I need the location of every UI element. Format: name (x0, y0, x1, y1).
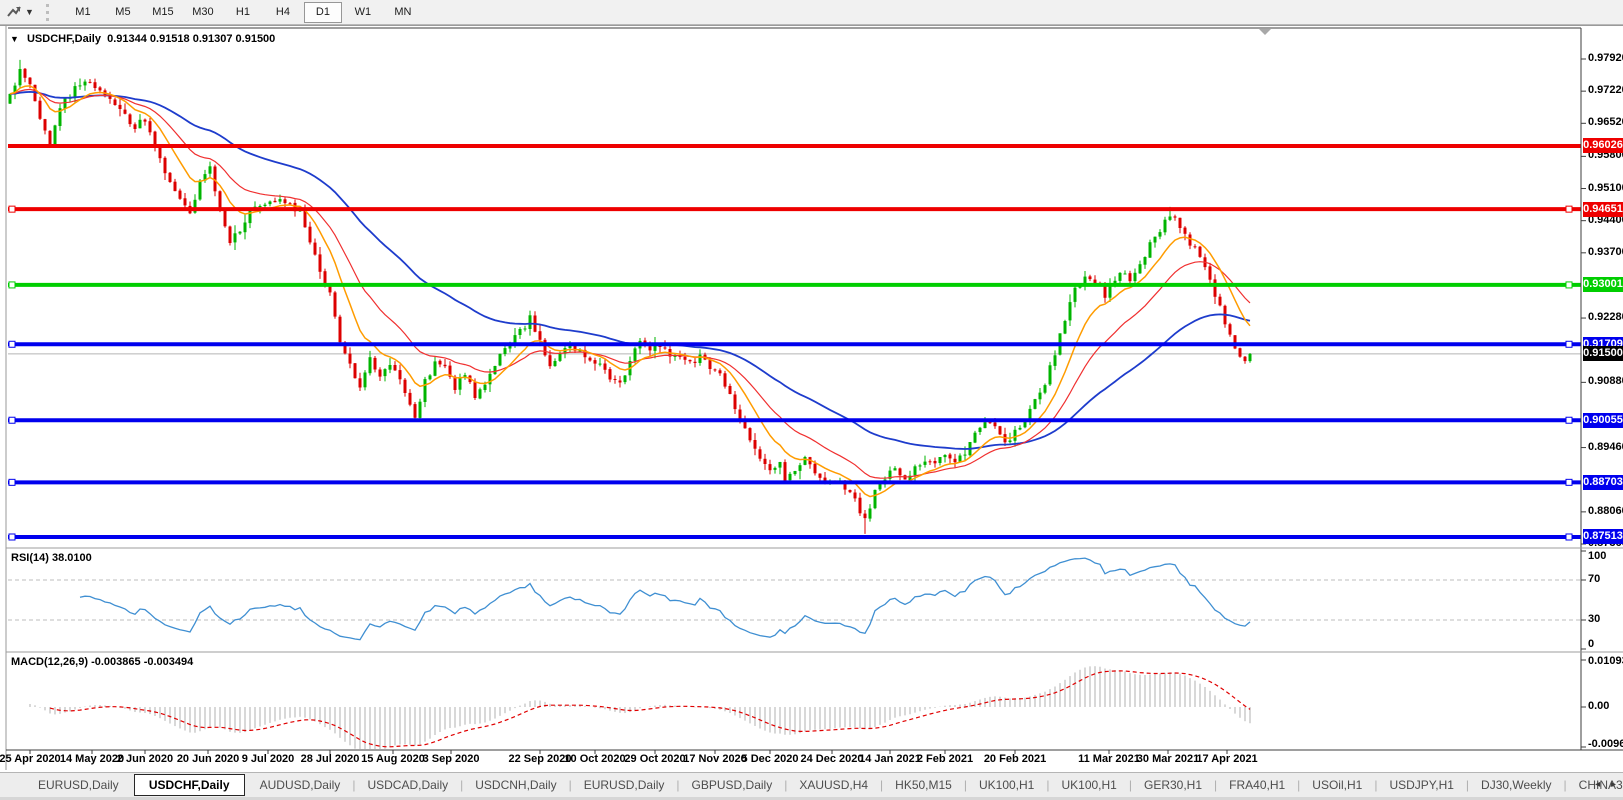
current-price-badge: 0.91500 (1583, 346, 1623, 361)
chart-tab-usdcad-daily[interactable]: USDCAD,Daily (355, 775, 460, 795)
rsi-axis-tick: 70 (1588, 573, 1600, 585)
date-axis-label: 9 Jul 2020 (242, 753, 295, 765)
chart-tab-uk100-h1[interactable]: UK100,H1 (1049, 775, 1128, 795)
date-axis-label: 2 Jun 2020 (117, 753, 173, 765)
date-axis-label: 20 Jun 2020 (177, 753, 239, 765)
rsi-series (8, 558, 1581, 640)
chart-shift-marker (1259, 29, 1271, 35)
macd-axis-tick: -0.009653 (1588, 738, 1623, 750)
mt4-application: ▼ M1M5M15M30H1H4D1W1MN ▼ USDCHF,Daily 0.… (0, 0, 1623, 800)
price-axis-tick: 0.97220 (1588, 84, 1623, 96)
chart-canvas[interactable] (0, 0, 1623, 800)
price-axis-tick: 0.88060 (1588, 505, 1623, 517)
date-axis-label: 3 Sep 2020 (423, 753, 480, 765)
chart-tab-fra40-h1[interactable]: FRA40,H1 (1217, 775, 1297, 795)
candlestick-series (9, 60, 1252, 534)
chart-tab-usdchf-daily[interactable]: USDCHF,Daily (134, 774, 245, 796)
date-axis-label: 10 Oct 2020 (564, 753, 625, 765)
price-level-badge: 0.94651 (1583, 202, 1623, 217)
date-axis-label: 30 Mar 2021 (1137, 753, 1199, 765)
price-axis-tick: 0.95100 (1588, 182, 1623, 194)
chart-tab-eurusd-daily[interactable]: EURUSD,Daily (572, 775, 677, 795)
chart-tab-usdjpy-h1[interactable]: USDJPY,H1 (1377, 775, 1465, 795)
price-axis-tick: 0.90880 (1588, 375, 1623, 387)
price-level-badge: 0.88703 (1583, 475, 1623, 490)
chart-tab-dj30-weekly[interactable]: DJ30,Weekly (1469, 775, 1563, 795)
price-axis-tick: 0.92280 (1588, 311, 1623, 323)
date-axis-label: 22 Sep 2020 (509, 753, 572, 765)
price-level-badge: 0.87513 (1583, 529, 1623, 544)
chart-tab-hk50-m15[interactable]: HK50,M15 (883, 775, 964, 795)
date-axis-label: 25 Apr 2020 (0, 753, 61, 765)
date-axis-label: 11 Mar 2021 (1078, 753, 1140, 765)
macd-axis-tick: 0.00 (1588, 700, 1609, 712)
chart-tab-bar: EURUSD,Daily|USDCHF,Daily|AUDUSD,Daily|U… (0, 772, 1623, 797)
price-axis-tick: 0.96520 (1588, 116, 1623, 128)
date-axis-label: 14 Jan 2021 (859, 753, 921, 765)
chart-tab-usdcnh-daily[interactable]: USDCNH,Daily (463, 775, 568, 795)
rsi-axis-tick: 0 (1588, 638, 1594, 650)
price-axis-tick: 0.89460 (1588, 441, 1623, 453)
date-axis-label: 20 Feb 2021 (984, 753, 1046, 765)
chart-tab-uk100-h1[interactable]: UK100,H1 (967, 775, 1046, 795)
tab-scroll-arrows[interactable]: ◂ ▸ (1595, 779, 1620, 790)
rsi-axis-tick: 100 (1588, 550, 1606, 562)
chart-tab-gbpusd-daily[interactable]: GBPUSD,Daily (680, 775, 785, 795)
chart-tab-ger30-h1[interactable]: GER30,H1 (1132, 775, 1214, 795)
price-axis-tick: 0.97920 (1588, 52, 1623, 64)
price-level-badge: 0.96026 (1583, 138, 1623, 153)
date-axis-label: 17 Apr 2021 (1196, 753, 1257, 765)
macd-axis-tick: 0.010933 (1588, 655, 1623, 667)
price-level-badge: 0.90055 (1583, 413, 1623, 428)
chart-tab-eurusd-daily[interactable]: EURUSD,Daily (26, 775, 131, 795)
date-axis-label: 15 Aug 2020 (361, 753, 425, 765)
chart-tab-audusd-daily[interactable]: AUDUSD,Daily (248, 775, 353, 795)
date-axis-label: 24 Dec 2020 (801, 753, 864, 765)
date-axis-label: 14 May 2020 (60, 753, 124, 765)
date-axis-label: 17 Nov 2020 (683, 753, 747, 765)
date-axis-label: 5 Dec 2020 (742, 753, 799, 765)
date-axis-label: 29 Oct 2020 (624, 753, 685, 765)
price-axis-tick: 0.93700 (1588, 246, 1623, 258)
macd-series (30, 666, 1250, 752)
date-axis-label: 28 Jul 2020 (301, 753, 360, 765)
rsi-axis-tick: 30 (1588, 613, 1600, 625)
date-axis-label: 2 Feb 2021 (917, 753, 973, 765)
chart-tab-xauusd-h4[interactable]: XAUUSD,H4 (787, 775, 880, 795)
chart-tab-usoil-h1[interactable]: USOil,H1 (1300, 775, 1374, 795)
price-level-badge: 0.93001 (1583, 277, 1623, 292)
